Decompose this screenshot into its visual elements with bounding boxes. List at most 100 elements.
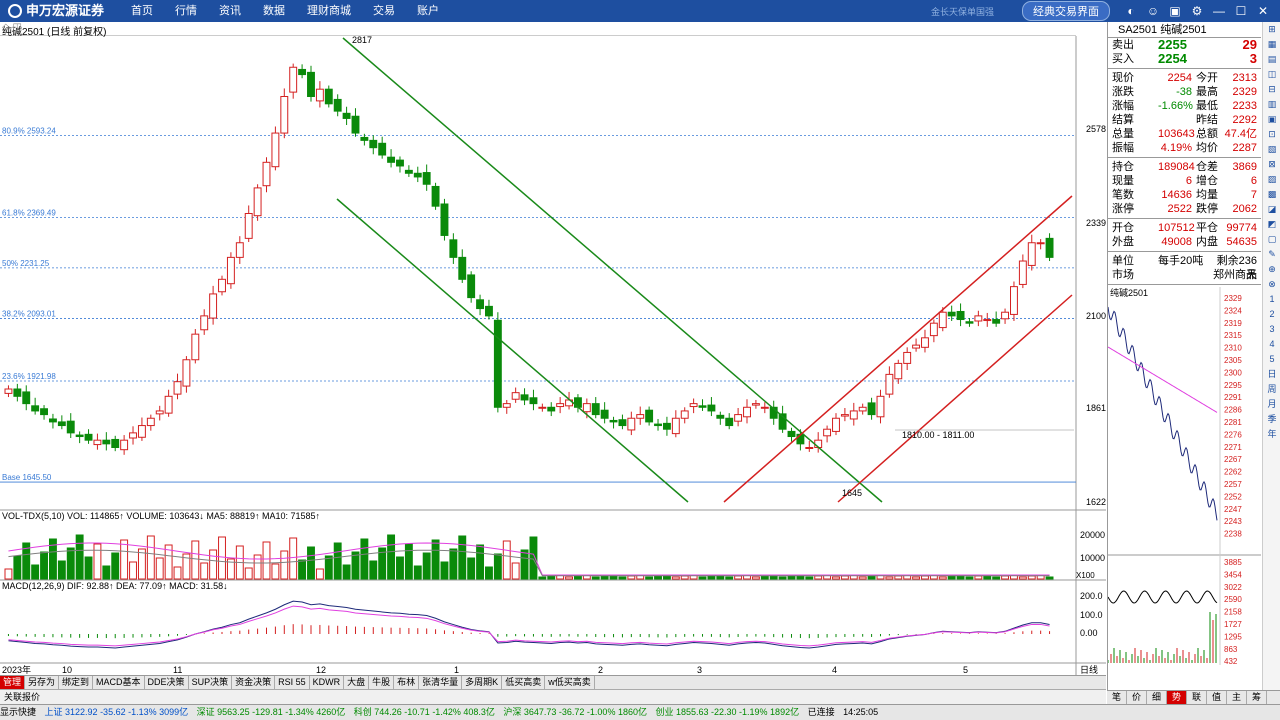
quote-sub-tab[interactable]: 联: [1187, 691, 1207, 704]
dea-line: [8, 605, 1050, 647]
indicator-tab[interactable]: 布林: [394, 676, 420, 689]
kline-chart-area[interactable]: 80.9% 2593.24 61.8% 2369.49 50% 2231.25 38.…: [0, 35, 1106, 676]
indicator-tab[interactable]: 牛股: [369, 676, 395, 689]
mini-vol-label: 3454: [1224, 570, 1242, 579]
index-cy[interactable]: 创业 1855.63 -22.30 -1.19% 1892亿: [655, 707, 799, 717]
index-kc[interactable]: 科创 744.26 -10.71 -1.42% 408.3亿: [354, 707, 495, 717]
candle-body: [226, 256, 235, 285]
mini-vol-label: 432: [1224, 657, 1238, 665]
sidebar-tool-16[interactable]: ⊕: [1263, 262, 1280, 277]
quote-sub-tab[interactable]: 势: [1167, 691, 1187, 704]
sidebar-tool-1[interactable]: ▦: [1263, 37, 1280, 52]
menu-item-account[interactable]: 账户: [406, 0, 450, 22]
buy-row[interactable]: 买入 2254 3: [1108, 52, 1261, 66]
indicator-tab[interactable]: KDWR: [310, 676, 345, 689]
quote-label: 现价: [1112, 72, 1134, 84]
indicator-tab[interactable]: 多周期K: [462, 676, 503, 689]
buy-price: 2254: [1158, 51, 1187, 66]
volume-bar: [360, 538, 369, 580]
volume-bar: [912, 576, 921, 580]
sidebar-tool-13[interactable]: ◩: [1263, 217, 1280, 232]
indicator-tab[interactable]: MACD基本: [93, 676, 145, 689]
mini-vol-label: 1727: [1224, 620, 1242, 629]
menu-item-quotes[interactable]: 行情: [164, 0, 208, 22]
indicator-tab[interactable]: 管理: [0, 676, 26, 689]
candle-body: [22, 391, 31, 405]
quote-sub-tab[interactable]: 细: [1147, 691, 1167, 704]
indicator-tab[interactable]: 另存为: [25, 676, 60, 689]
sidebar-tool-15[interactable]: ✎: [1263, 247, 1280, 262]
quote-sub-tab[interactable]: 值: [1207, 691, 1227, 704]
intraday-mini-chart[interactable]: 纯碱2501 232923242319231523102305230022952…: [1107, 287, 1261, 666]
sidebar-tool-8[interactable]: ▧: [1263, 142, 1280, 157]
menu-item-news[interactable]: 资讯: [208, 0, 252, 22]
sidebar-tool-22[interactable]: 5: [1263, 352, 1280, 367]
sidebar-tool-10[interactable]: ▨: [1263, 172, 1280, 187]
sell-row[interactable]: 卖出 2255 29: [1108, 38, 1261, 52]
indicator-tab[interactable]: 资金决策: [232, 676, 276, 689]
kline-chart-svg[interactable]: 80.9% 2593.24 61.8% 2369.49 50% 2231.25 38.…: [0, 35, 1106, 676]
minimize-icon[interactable]: —: [1211, 3, 1227, 19]
sidebar-tool-5[interactable]: ▥: [1263, 97, 1280, 112]
index-hs[interactable]: 沪深 3647.73 -36.72 -1.00% 1860亿: [503, 707, 647, 717]
volume-bar: [858, 576, 867, 580]
sidebar-tool-6[interactable]: ▣: [1263, 112, 1280, 127]
sidebar-tool-9[interactable]: ⊠: [1263, 157, 1280, 172]
fib-label: Base 1645.50: [2, 473, 52, 482]
indicator-tab[interactable]: 张清华量: [419, 676, 463, 689]
window-icon[interactable]: ▣: [1167, 3, 1183, 19]
sidebar-tool-3[interactable]: ◫: [1263, 67, 1280, 82]
menu-item-trade[interactable]: 交易: [362, 0, 406, 22]
sidebar-tool-20[interactable]: 3: [1263, 322, 1280, 337]
sidebar-tool-25[interactable]: 月: [1263, 397, 1280, 412]
quote-sub-tab[interactable]: 筹: [1247, 691, 1267, 704]
indicator-tab[interactable]: w低买高卖: [545, 676, 595, 689]
sidebar-tool-7[interactable]: ⊡: [1263, 127, 1280, 142]
quote-sub-tab[interactable]: 笔: [1107, 691, 1127, 704]
candle-body: [502, 403, 511, 408]
quick-toggle[interactable]: 显示快捷: [0, 707, 36, 717]
sidebar-tool-14[interactable]: ▢: [1263, 232, 1280, 247]
top-right-tools: 金长天保单国强 经典交易界面 ◐ ☺ ▣ ⚙ — ☐ ✕: [931, 0, 1274, 22]
maximize-icon[interactable]: ☐: [1233, 3, 1249, 19]
index-sh[interactable]: 上证 3122.92 -35.62 -1.13% 3099亿: [45, 707, 189, 717]
sidebar-tool-17[interactable]: ⊗: [1263, 277, 1280, 292]
sidebar-tool-2[interactable]: ▤: [1263, 52, 1280, 67]
quote-sub-tab[interactable]: 主: [1227, 691, 1247, 704]
volume-bar: [93, 543, 102, 580]
indicator-tab[interactable]: 低买高卖: [502, 676, 546, 689]
sidebar-tool-27[interactable]: 年: [1263, 427, 1280, 442]
theme-icon[interactable]: ◐: [1123, 3, 1139, 19]
sidebar-tool-0[interactable]: ⊞: [1263, 22, 1280, 37]
menu-item-home[interactable]: 首页: [120, 0, 164, 22]
index-sz[interactable]: 深证 9563.25 -129.81 -1.34% 4260亿: [197, 707, 346, 717]
link-quote-bar[interactable]: 关联报价: [0, 689, 1106, 704]
classic-trade-button[interactable]: 经典交易界面: [1022, 1, 1110, 21]
sidebar-tool-12[interactable]: ◪: [1263, 202, 1280, 217]
indicator-tab[interactable]: DDE决策: [145, 676, 189, 689]
volume-bar: [458, 535, 467, 580]
mini-price-label: 2319: [1224, 319, 1242, 328]
sidebar-tool-18[interactable]: 1: [1263, 292, 1280, 307]
sidebar-tool-11[interactable]: ▩: [1263, 187, 1280, 202]
sidebar-tool-26[interactable]: 季: [1263, 412, 1280, 427]
quote-sub-tab[interactable]: 价: [1127, 691, 1147, 704]
user-icon[interactable]: ☺: [1145, 3, 1161, 19]
sidebar-tool-4[interactable]: ⊟: [1263, 82, 1280, 97]
indicator-tab[interactable]: 绑定到: [59, 676, 94, 689]
sidebar-tool-24[interactable]: 周: [1263, 382, 1280, 397]
settings-icon[interactable]: ⚙: [1189, 3, 1205, 19]
volume-bar: [57, 560, 66, 580]
volume-bar: [787, 575, 796, 580]
chart-tools-icon[interactable]: ◇ ◫: [2, 22, 1072, 33]
sidebar-tool-19[interactable]: 2: [1263, 307, 1280, 322]
indicator-tab[interactable]: 大盘: [344, 676, 370, 689]
menu-item-mall[interactable]: 理财商城: [296, 0, 362, 22]
indicator-tab[interactable]: RSI 55: [275, 676, 310, 689]
sidebar-tool-21[interactable]: 4: [1263, 337, 1280, 352]
sidebar-tool-23[interactable]: 日: [1263, 367, 1280, 382]
menu-item-data[interactable]: 数据: [252, 0, 296, 22]
volume-bar: [734, 575, 743, 580]
indicator-tab[interactable]: SUP决策: [189, 676, 233, 689]
close-icon[interactable]: ✕: [1255, 3, 1271, 19]
